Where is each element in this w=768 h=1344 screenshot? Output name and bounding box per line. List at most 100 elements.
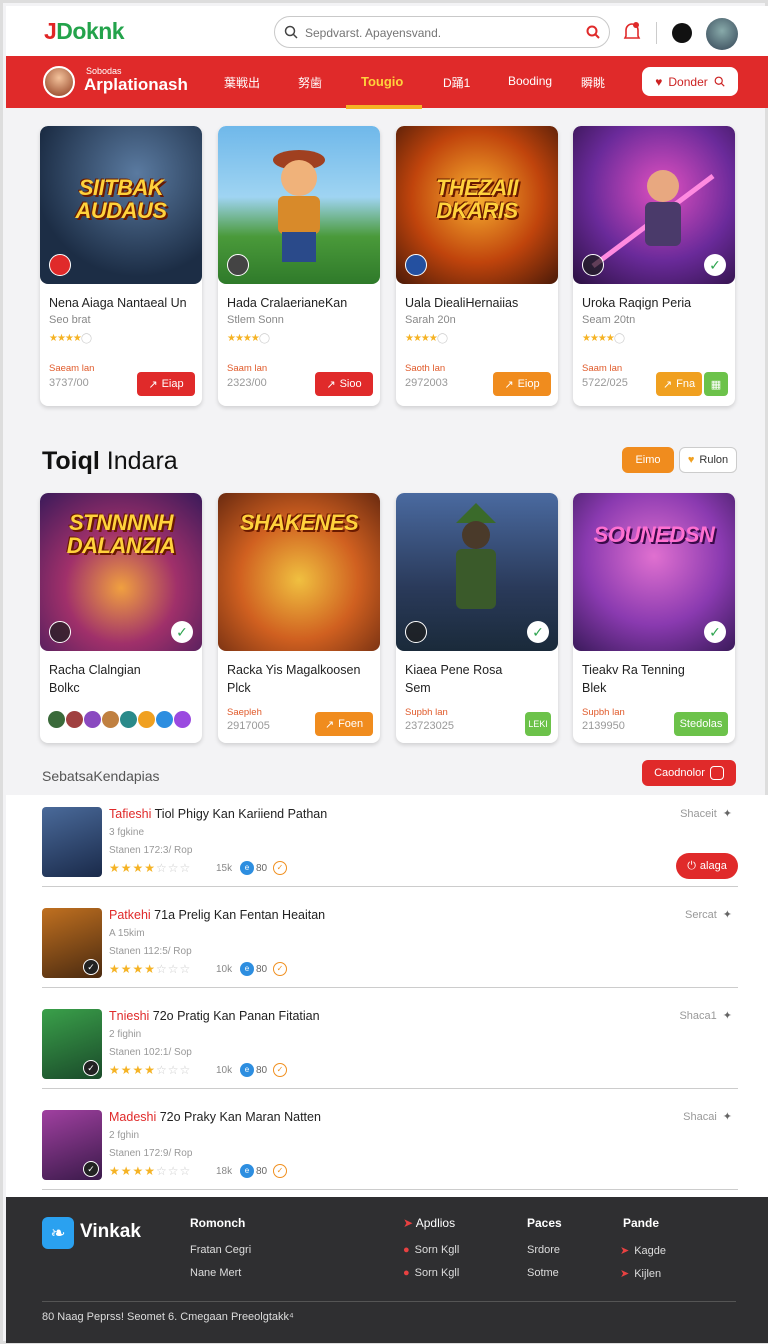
share-button[interactable]: Shaceit ✦ (680, 807, 732, 820)
list-thumbnail (42, 807, 102, 877)
user-avatar[interactable] (706, 18, 738, 50)
footer-link[interactable]: ● Sorn Kgll (403, 1267, 459, 1279)
chip-value: 80 (256, 1065, 268, 1076)
footer-col-heading: Paces (527, 1216, 562, 1230)
search-submit-icon[interactable] (586, 25, 600, 39)
controller-button[interactable]: Caodnolor (642, 760, 736, 786)
game-card[interactable]: SIITBAK AUDAUS Nena Aiaga Nantaeal Un Se… (40, 126, 202, 406)
pill-icon: ● (403, 1244, 410, 1256)
brand-avatar (43, 66, 75, 98)
donate-button[interactable]: ♥ Donder (642, 67, 738, 96)
section-title: Toiql Indara (42, 447, 178, 475)
game-card[interactable]: SOUNEDSN ✓ Tieakv Ra Tenning Blek Supbh … (573, 493, 735, 743)
list-item-title: Madeshi 72o Praky Kan Maran Natten (109, 1110, 321, 1124)
pill-icon: ● (403, 1267, 410, 1279)
copyright: 80 Naag Peprss! Seomet 6. Cmegaan Preeol… (42, 1311, 294, 1323)
check-chip-icon: ✓ (273, 962, 287, 976)
footer-link[interactable]: ● Sorn Kgll (403, 1244, 459, 1256)
share-button[interactable]: Shacai ✦ (683, 1110, 732, 1123)
footer-link[interactable]: Srdore (527, 1244, 560, 1256)
buy-button[interactable]: ↗ Sioo (315, 372, 373, 396)
divider (656, 22, 657, 44)
search-icon (284, 25, 298, 39)
footer-divider (42, 1301, 736, 1302)
footer-link[interactable]: Fratan Cegri (190, 1244, 251, 1256)
buy-button[interactable]: ↗ Fna (656, 372, 702, 396)
nav-tab-2[interactable]: 努歯 (298, 74, 322, 91)
search-input[interactable] (305, 23, 575, 43)
star-rating: ★★★★◯ (582, 333, 625, 344)
list-item[interactable]: Tafieshi Tiol Phigy Kan Kariiend Pathan … (42, 795, 738, 887)
game-subtitle: Sarah 20n (405, 314, 456, 326)
footer-link[interactable]: ➤ Kagde (620, 1244, 666, 1257)
list-thumbnail: ✓ (42, 1009, 102, 1079)
tag-icon: ↗ (148, 378, 158, 391)
list-item[interactable]: ✓ Patkehi 71a Prelig Kan Fentan Heaitan … (42, 896, 738, 988)
game-card[interactable]: ✓ Uroka Raqign Peria Seam 20tn ★★★★◯ Saa… (573, 126, 735, 406)
share-icon: ✦ (722, 1111, 732, 1123)
game-card[interactable]: SHAKENES Racka Yis Magalkoosen Plck Saep… (218, 493, 380, 743)
star-rating: ★★★★◯ (405, 333, 448, 344)
share-button[interactable]: Sercat ✦ (685, 908, 732, 921)
price-label: Saam lan (582, 363, 623, 374)
game-title: Uala DiealiHernaiias (405, 296, 519, 310)
share-button[interactable]: Shaca1 ✦ (679, 1009, 732, 1022)
nav-tab-6[interactable]: 瞬眺 (581, 74, 605, 91)
list-item-meta: 2 fighin (109, 1029, 142, 1040)
pin-icon: ➤ (620, 1268, 630, 1280)
game-card[interactable]: THEZAII DKARIS Uala DiealiHernaiias Sara… (396, 126, 558, 406)
stats-icon[interactable]: ▦ (704, 372, 728, 396)
game-subtitle: Seo brat (49, 314, 91, 326)
theme-toggle-icon[interactable] (672, 23, 692, 43)
search-icon (714, 76, 725, 87)
platform-badge-icon (49, 254, 71, 276)
game-card[interactable]: Hada CralaerianeKan Stlem Sonn ★★★★◯ Saa… (218, 126, 380, 406)
list-item-date: Stanen 172:3/ Rop (109, 845, 193, 856)
chip-value: 80 (256, 1166, 268, 1177)
notification-bell-icon[interactable] (622, 21, 642, 43)
list-item[interactable]: ✓ Tnieshi 72o Pratig Kan Panan Fitatian … (42, 997, 738, 1089)
platform-badge-icon (405, 621, 427, 643)
list-item-date: Stanen 172:9/ Rop (109, 1148, 193, 1159)
game-subtitle: Sem (405, 681, 431, 695)
footer-link[interactable]: ➤ Kijlen (620, 1267, 661, 1280)
list-item-title: Tnieshi 72o Pratig Kan Panan Fitatian (109, 1009, 320, 1023)
nav-tab-1[interactable]: 葉戦出 (224, 74, 260, 91)
buy-button[interactable]: ↗ Eiap (137, 372, 195, 396)
check-chip-icon: ✓ (273, 861, 287, 875)
buy-button[interactable]: ↗ Eiop (493, 372, 551, 396)
review-count: 18k (216, 1166, 233, 1177)
list-item-title: Patkehi 71a Prelig Kan Fentan Heaitan (109, 908, 326, 922)
game-title: Racka Yis Magalkoosen (227, 663, 361, 677)
nav-tab-active[interactable]: Tougio (361, 74, 403, 89)
twitter-bird-icon[interactable]: ❧ (42, 1217, 74, 1249)
footer-link[interactable]: Nane Mert (190, 1267, 241, 1279)
nav-tab-5[interactable]: Booding (508, 74, 552, 88)
search-bar[interactable] (274, 16, 610, 48)
tag-icon: ↗ (326, 378, 336, 391)
game-card[interactable]: ✓ Kiaea Pene Rosa Sem Supbh lan 23723025… (396, 493, 558, 743)
nav-tab-4[interactable]: D踊1 (443, 74, 470, 91)
review-count: 15k (216, 863, 233, 874)
game-card[interactable]: STNNNNH DALANZIA ✓ Racha Clalngian Bolkc (40, 493, 202, 743)
platform-chip-icon: e (240, 1164, 254, 1178)
play-button[interactable]: ⏻ alaga (676, 853, 738, 879)
price-label: Saeam lan (49, 363, 95, 374)
verified-check-icon: ✓ (527, 621, 549, 643)
pin-icon: ➤ (620, 1245, 630, 1257)
verified-icon: ✓ (83, 1060, 99, 1076)
game-art-title: THEZAII DKARIS (435, 175, 519, 223)
list-item-title: Tafieshi Tiol Phigy Kan Kariiend Pathan (109, 807, 328, 821)
footer-link[interactable]: Sotme (527, 1267, 559, 1279)
details-button[interactable]: Stedolas (674, 712, 728, 736)
rules-button[interactable]: ♥ Rulon (679, 447, 737, 473)
price: 2917005 (227, 720, 270, 732)
star-rating: ★★★★☆☆☆ (109, 1164, 192, 1178)
chip-value: 80 (256, 863, 268, 874)
brand-title[interactable]: Arplationash (84, 75, 188, 95)
list-item[interactable]: ✓ Madeshi 72o Praky Kan Maran Natten 2 f… (42, 1098, 738, 1190)
site-logo[interactable]: JDoknk (44, 18, 125, 45)
filter-button[interactable]: Eimo (622, 447, 674, 473)
stats-button[interactable]: LEKI (525, 712, 551, 736)
buy-button[interactable]: ↗ Foen (315, 712, 373, 736)
